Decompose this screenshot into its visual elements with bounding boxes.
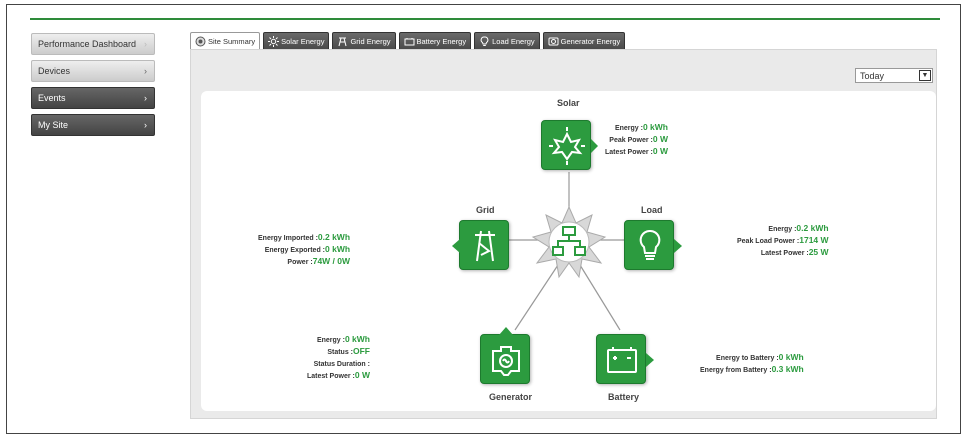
- battery-stats: Energy to Battery :0 kWh Energy from Bat…: [700, 352, 804, 376]
- stat-label: Energy :: [768, 226, 797, 233]
- chevron-down-icon[interactable]: ▼: [919, 70, 931, 81]
- sidebar-item-label: Events: [38, 93, 66, 103]
- battery-node[interactable]: [596, 334, 654, 384]
- tab-generator-energy[interactable]: Generator Energy: [542, 32, 626, 50]
- tab-label: Load Energy: [492, 36, 535, 46]
- chevron-right-icon: ›: [144, 93, 147, 103]
- tab-site-summary[interactable]: Site Summary: [190, 32, 261, 50]
- solar-stats: Energy :0 kWh Peak Power :0 W Latest Pow…: [605, 122, 668, 158]
- stat-label: Latest Power :: [605, 149, 653, 156]
- load-node[interactable]: [624, 220, 682, 270]
- stat-label: Latest Power :: [307, 373, 355, 380]
- node-pointer: [646, 353, 654, 367]
- stat-value: 0.2 kWh: [317, 232, 351, 242]
- grid-stats: Energy Imported :0.2 kWh Energy Exported…: [258, 232, 350, 268]
- sidebar-item-label: Devices: [38, 66, 71, 76]
- stat-value: OFF: [352, 346, 370, 356]
- stat-label: Status :: [327, 349, 353, 356]
- stat-label: Energy from Battery :: [700, 367, 772, 374]
- tab-grid-energy[interactable]: Grid Energy: [332, 32, 396, 50]
- tab-battery-energy[interactable]: Battery Energy: [398, 32, 472, 50]
- generator-stats: Energy :0 kWh Status :OFF Status Duratio…: [307, 334, 370, 382]
- solar-title: Solar: [557, 98, 580, 108]
- sidebar-item-label: Performance Dashboard: [38, 39, 137, 49]
- node-pointer: [452, 239, 460, 253]
- sidebar: Performance Dashboard › Devices › Events…: [31, 33, 155, 141]
- sidebar-item-label: My Site: [38, 120, 69, 130]
- power-tower-icon: [475, 230, 495, 262]
- chevron-right-icon: ›: [144, 39, 147, 49]
- stat-value: 0 W: [652, 134, 668, 144]
- chevron-right-icon: ›: [144, 120, 147, 130]
- load-icon: [479, 36, 490, 47]
- generator-title: Generator: [489, 392, 533, 402]
- stat-value: 0 kWh: [344, 334, 370, 344]
- sidebar-item-devices[interactable]: Devices ›: [31, 60, 155, 82]
- stat-value: 25 W: [808, 247, 829, 257]
- battery-title: Battery: [608, 392, 640, 402]
- node-pointer: [591, 139, 598, 153]
- generator-icon: [548, 36, 559, 47]
- sun-icon: [549, 127, 585, 165]
- engine-icon: [492, 346, 520, 376]
- stat-value: 0.2 kWh: [796, 223, 829, 233]
- node-pointer: [499, 327, 513, 335]
- period-select-value: Today: [860, 70, 885, 81]
- stat-label: Latest Power :: [760, 250, 809, 257]
- tab-label: Site Summary: [208, 36, 256, 46]
- site-summary-icon: [195, 36, 206, 47]
- grid-title: Grid: [476, 205, 495, 215]
- stat-label: Energy Imported :: [258, 235, 318, 242]
- stat-value: 1714 W: [799, 235, 829, 245]
- header-divider: [30, 18, 940, 20]
- stat-label: Energy :: [614, 125, 643, 132]
- lightbulb-icon: [639, 229, 661, 260]
- battery-icon: [607, 347, 637, 373]
- stat-label: Energy Exported :: [264, 247, 325, 254]
- stat-value: 0.3 kWh: [771, 364, 804, 374]
- solar-node[interactable]: [541, 120, 598, 170]
- load-stats: Energy :0.2 kWh Peak Load Power :1714 W …: [737, 223, 829, 259]
- site-hub-icon: [529, 205, 609, 281]
- stat-value: 0 W: [354, 370, 370, 380]
- stat-value: 74W / 0W: [312, 256, 351, 266]
- tab-label: Grid Energy: [350, 36, 391, 46]
- sidebar-item-performance-dashboard[interactable]: Performance Dashboard ›: [31, 33, 155, 55]
- tab-solar-energy[interactable]: Solar Energy: [263, 32, 330, 50]
- stat-label: Status Duration :: [313, 361, 370, 368]
- sidebar-item-events[interactable]: Events ›: [31, 87, 155, 109]
- stat-value: 0 kWh: [642, 122, 668, 132]
- generator-node[interactable]: [480, 327, 530, 384]
- stat-label: Peak Power :: [609, 137, 653, 144]
- stat-value: 0 kWh: [325, 244, 351, 254]
- grid-icon: [337, 36, 348, 47]
- solar-icon: [268, 35, 280, 47]
- chevron-right-icon: ›: [144, 66, 147, 76]
- tab-label: Solar Energy: [281, 36, 325, 46]
- sidebar-item-my-site[interactable]: My Site ›: [31, 114, 155, 136]
- stat-label: Peak Load Power :: [737, 238, 800, 245]
- stat-label: Energy :: [316, 337, 345, 344]
- grid-node[interactable]: [452, 220, 509, 270]
- tab-load-energy[interactable]: Load Energy: [474, 32, 540, 50]
- tab-label: Generator Energy: [560, 36, 621, 46]
- stat-value: 0 kWh: [778, 352, 804, 362]
- energy-tabs: Site Summary Solar Energy Grid Energy Ba…: [190, 32, 626, 50]
- stat-value: 0 W: [652, 146, 668, 156]
- period-select[interactable]: Today ▼: [855, 68, 933, 83]
- node-pointer: [674, 239, 682, 253]
- load-title: Load: [641, 205, 663, 215]
- stat-label: Energy to Battery :: [716, 355, 779, 362]
- tab-label: Battery Energy: [416, 36, 467, 46]
- stat-label: Power :: [287, 259, 313, 266]
- battery-icon: [404, 36, 415, 47]
